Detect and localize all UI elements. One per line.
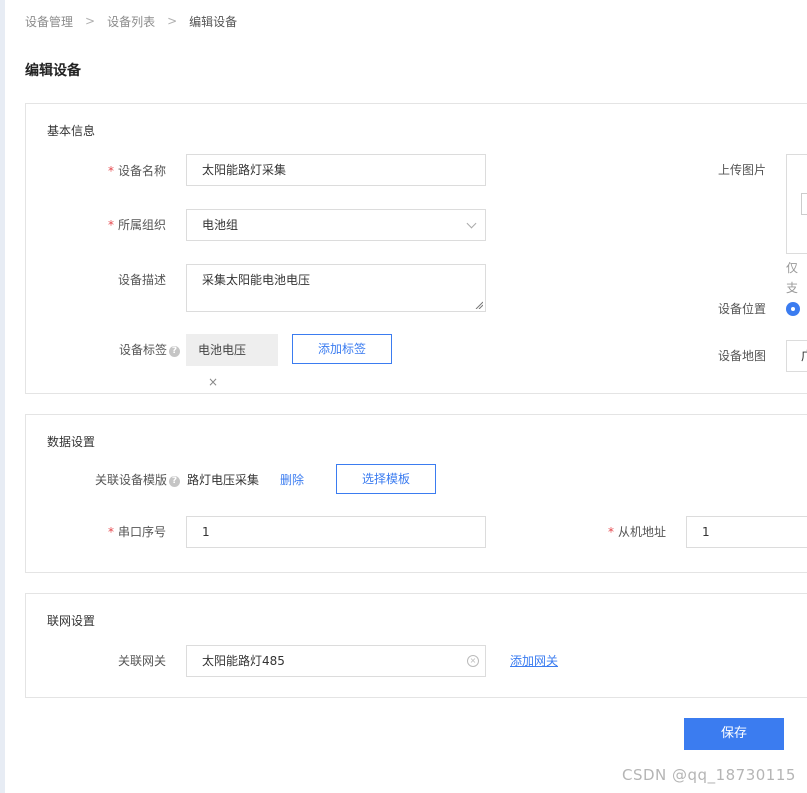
help-icon[interactable]: ? — [169, 346, 180, 357]
data-settings-card: 数据设置 关联设备模版? 路灯电压采集 删除 选择模板 * 串口序号 1 * 从机地… — [25, 414, 807, 573]
tag-chip: 电池电压 × — [186, 334, 278, 389]
chevron-down-icon — [466, 218, 477, 229]
add-tag-button[interactable]: 添加标签 — [292, 334, 392, 364]
location-radio[interactable] — [786, 302, 800, 316]
close-icon[interactable]: × — [208, 375, 218, 389]
data-settings-title: 数据设置 — [47, 435, 96, 449]
upload-hint: 仅支 — [786, 261, 799, 295]
add-gateway-link[interactable]: 添加网关 — [510, 651, 558, 671]
gateway-label: 关联网关 — [117, 654, 166, 668]
upload-image-label: 上传图片 — [717, 163, 766, 177]
select-template-button[interactable]: 选择模板 — [336, 464, 436, 494]
help-icon[interactable]: ? — [169, 476, 180, 487]
breadcrumb-item-device-management[interactable]: 设备管理 — [25, 13, 73, 30]
basic-info-card: 基本信息 * 设备名称 太阳能路灯采集 * 所属组织 电池组 设备描述 采集太阳能电… — [25, 103, 807, 394]
slave-address-label: * 从机地址 — [607, 525, 666, 539]
save-button[interactable]: 保存 — [684, 718, 784, 750]
chevron-right-icon: > — [167, 14, 178, 28]
template-value: 路灯电压采集 — [187, 473, 260, 487]
resize-grip-icon[interactable] — [475, 301, 483, 309]
breadcrumb-item-device-list[interactable]: 设备列表 — [107, 13, 155, 30]
required-mark: * — [107, 525, 114, 539]
tag-chip-label: 电池电压 — [198, 343, 247, 357]
breadcrumb: 设备管理 > 设备列表 > 编辑设备 — [25, 12, 237, 30]
serial-no-input[interactable]: 1 — [186, 516, 486, 548]
clear-icon[interactable]: × — [467, 655, 479, 667]
required-mark: * — [107, 218, 114, 232]
delete-template-link[interactable]: 删除 — [280, 470, 304, 490]
breadcrumb-item-edit-device: 编辑设备 — [189, 14, 238, 29]
gateway-select-value: 太阳能路灯485 — [202, 654, 285, 668]
slave-address-input[interactable]: 1 — [686, 516, 807, 548]
description-text: 采集太阳能电池电压 — [202, 273, 311, 287]
description-label: 设备描述 — [117, 273, 166, 287]
network-settings-card: 联网设置 关联网关 太阳能路灯485 × 添加网关 — [25, 593, 807, 698]
organization-label: * 所属组织 — [107, 218, 166, 232]
left-edge-bar — [0, 0, 5, 793]
organization-select[interactable]: 电池组 — [186, 209, 486, 241]
tags-label: 设备标签? — [86, 340, 180, 360]
map-label: 设备地图 — [717, 349, 766, 363]
device-name-label: * 设备名称 — [107, 164, 166, 178]
location-label: 设备位置 — [717, 302, 766, 316]
organization-select-value: 电池组 — [202, 218, 239, 232]
template-label: 关联设备模版? — [66, 470, 180, 490]
network-settings-title: 联网设置 — [47, 614, 96, 628]
required-mark: * — [607, 525, 614, 539]
gateway-select[interactable]: 太阳能路灯485 × — [186, 645, 486, 677]
basic-info-title: 基本信息 — [47, 124, 96, 138]
chevron-right-icon: > — [85, 14, 96, 28]
image-upload-box[interactable] — [786, 154, 807, 254]
required-mark: * — [107, 164, 114, 178]
description-textarea[interactable]: 采集太阳能电池电压 — [186, 264, 486, 312]
page-title: 编辑设备 — [25, 63, 81, 79]
device-name-input[interactable]: 太阳能路灯采集 — [186, 154, 486, 186]
upload-plus-button[interactable] — [801, 193, 807, 215]
watermark: CSDN @qq_18730115 — [622, 766, 796, 784]
serial-no-label: * 串口序号 — [107, 525, 166, 539]
map-input[interactable]: 广 — [786, 340, 807, 372]
